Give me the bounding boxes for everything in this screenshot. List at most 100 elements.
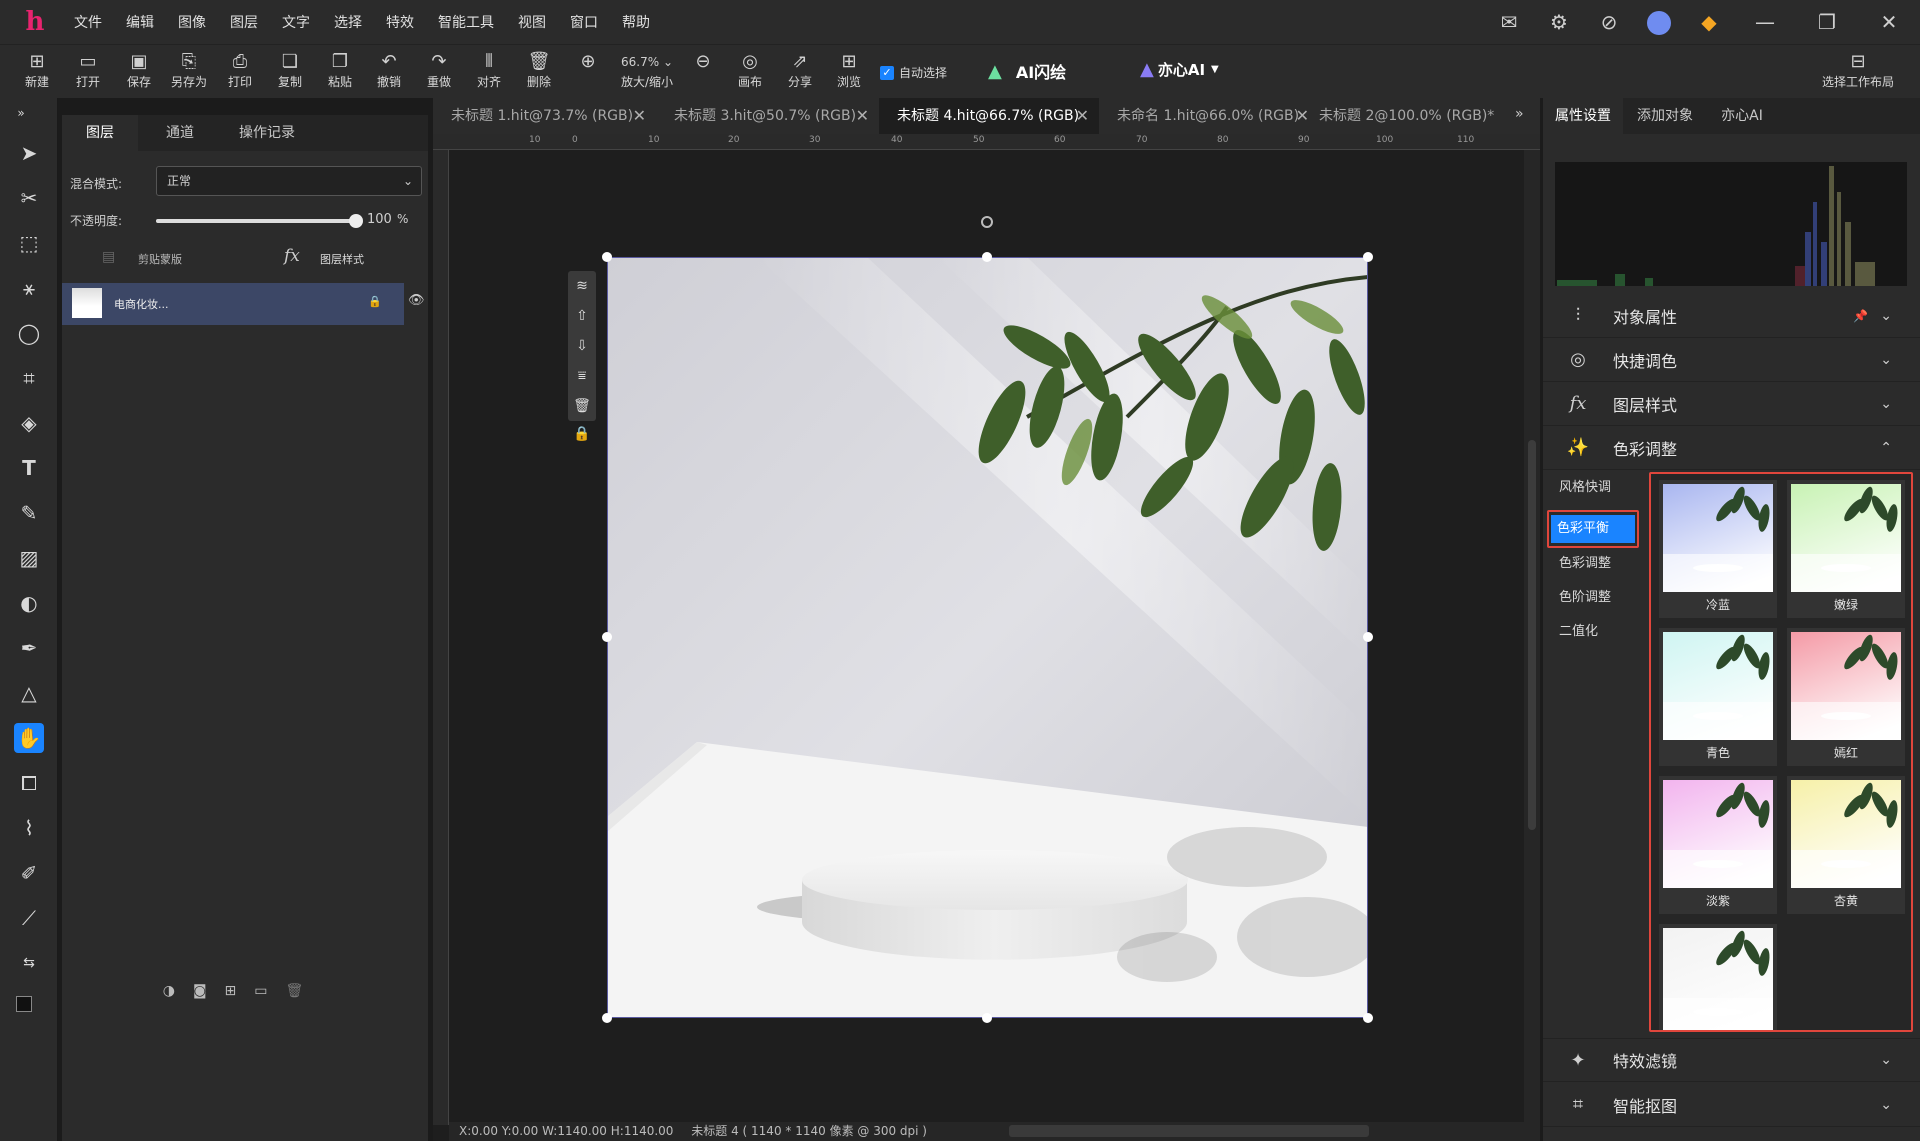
new-button[interactable]: ⊞ 新建 (14, 51, 60, 90)
menu-text[interactable]: 文字 (282, 12, 310, 32)
delete-button[interactable]: 🗑 删除 (516, 51, 562, 90)
lasso-tool[interactable]: ◯ (14, 318, 44, 348)
opacity-slider[interactable] (156, 214, 363, 228)
copy-button[interactable]: ❏ 复制 (267, 51, 313, 90)
horizontal-scrollbar[interactable] (1009, 1125, 1369, 1137)
category-color-adjust[interactable]: 色彩调整 (1553, 550, 1643, 578)
save-button[interactable]: ▣ 保存 (116, 51, 162, 90)
menu-window[interactable]: 窗口 (570, 12, 598, 32)
preset-thumb[interactable]: 淡紫 (1659, 776, 1777, 914)
category-style-quick[interactable]: 风格快调 (1553, 474, 1643, 502)
menu-layer[interactable]: 图层 (230, 12, 258, 32)
doc-tab-2[interactable]: 未标题 3.hit@50.7% (RGB) ✕ (656, 98, 879, 134)
send-to-back-icon[interactable]: ⩸ (568, 361, 596, 391)
send-backward-icon[interactable]: ⇩ (568, 331, 596, 361)
resize-handle[interactable] (602, 632, 612, 642)
auto-select-checkbox[interactable]: ✓ 自动选择 (880, 64, 947, 81)
menu-edit[interactable]: 编辑 (126, 12, 154, 32)
highlighter-tool[interactable]: ✐ (14, 858, 44, 888)
settings-icon[interactable]: ⚙ (1534, 10, 1584, 34)
section-object-properties[interactable]: ⫶ 对象属性 📌 ⌄ (1543, 294, 1920, 338)
zoom-in-button[interactable]: ⊕ (565, 51, 611, 73)
swap-colors-icon[interactable]: ⇆ (14, 948, 44, 978)
scroll-thumb[interactable] (1528, 440, 1536, 830)
selection-box[interactable] (607, 257, 1368, 1018)
close-icon[interactable]: ✕ (1858, 10, 1920, 34)
menu-effects[interactable]: 特效 (386, 12, 414, 32)
opacity-slider-handle[interactable] (349, 214, 363, 228)
doc-tab-4[interactable]: 未命名 1.hit@66.0% (RGB) ✕ (1099, 98, 1319, 134)
tab-add-object[interactable]: 添加对象 (1625, 98, 1705, 134)
share-button[interactable]: ⇗ 分享 (777, 51, 823, 90)
preset-thumb[interactable]: 杏黄 (1787, 776, 1905, 914)
text-tool[interactable]: T (14, 453, 44, 483)
redo-button[interactable]: ↷ 重做 (416, 51, 462, 90)
eraser-tool[interactable]: ▨ (14, 543, 44, 573)
resize-handle[interactable] (1363, 1013, 1373, 1023)
blend-mode-select[interactable]: 正常 ⌄ (156, 166, 422, 196)
cut-tool[interactable]: ✂ (14, 183, 44, 213)
section-quick-color[interactable]: ◎ 快捷调色 ⌄ (1543, 338, 1920, 382)
avatar[interactable] (1634, 9, 1684, 35)
open-button[interactable]: ▭ 打开 (65, 51, 111, 90)
minimize-icon[interactable]: — (1734, 10, 1796, 34)
mail-icon[interactable]: ✉ (1484, 10, 1534, 34)
trash-icon[interactable]: 🗑 (568, 391, 596, 421)
tab-history[interactable]: 操作记录 (222, 115, 312, 151)
close-tab-icon[interactable]: ✕ (1296, 98, 1309, 134)
browse-button[interactable]: ⊞ 浏览 (826, 51, 872, 90)
magic-wand-tool[interactable]: ⚹ (14, 273, 44, 303)
expand-icon[interactable]: » (6, 98, 36, 128)
fx-icon[interactable]: fx (284, 246, 300, 266)
close-tab-icon[interactable]: ✕ (1076, 98, 1089, 134)
resize-handle[interactable] (982, 252, 992, 262)
tab-yixin-ai[interactable]: 亦心AI (1707, 98, 1777, 134)
resize-handle[interactable] (1363, 252, 1373, 262)
doc-tab-1[interactable]: 未标题 1.hit@73.7% (RGB) ✕ (433, 98, 656, 134)
clone-tool[interactable]: ◐ (14, 588, 44, 618)
category-color-balance[interactable]: 色彩平衡 (1551, 515, 1635, 543)
brush-tool[interactable]: ✎ (14, 498, 44, 528)
undo-button[interactable]: ↶ 撤销 (366, 51, 412, 90)
rotate-handle[interactable] (981, 216, 993, 228)
menu-select[interactable]: 选择 (334, 12, 362, 32)
preset-thumb[interactable]: 嫩绿 (1787, 480, 1905, 618)
fill-tool[interactable]: ◈ (14, 408, 44, 438)
mask-icon[interactable]: ◙ (193, 983, 207, 999)
tab-properties[interactable]: 属性设置 (1543, 98, 1623, 134)
preset-thumb[interactable]: 冷蓝 (1659, 480, 1777, 618)
clip-mask-icon[interactable]: ▤ (102, 249, 115, 265)
workspace-layout-button[interactable]: ⊟ 选择工作布局 (1820, 51, 1896, 90)
layer-row[interactable]: 电商化妆... 🔒 (62, 283, 404, 325)
tab-layers[interactable]: 图层 (62, 115, 138, 151)
yixin-ai-button[interactable]: ▲ 亦心AI ▼ (1140, 59, 1219, 80)
canvas-button[interactable]: ◎ 画布 (727, 51, 773, 90)
zoom-out-button[interactable]: ⊖ (680, 51, 726, 73)
clip-mask-label[interactable]: 剪贴蒙版 (138, 251, 182, 267)
paste-button[interactable]: ❐ 粘贴 (317, 51, 363, 90)
menu-help[interactable]: 帮助 (622, 12, 650, 32)
opacity-value[interactable]: 100 (367, 212, 392, 227)
section-color-adjust[interactable]: ✨ 色彩调整 ⌃ (1543, 426, 1920, 470)
layer-style-label[interactable]: 图层样式 (320, 251, 364, 267)
resize-handle[interactable] (1363, 632, 1373, 642)
category-threshold[interactable]: 二值化 (1553, 618, 1643, 646)
close-tab-icon[interactable]: ✕ (633, 98, 646, 134)
chevron-down-icon[interactable]: ⌄ (663, 55, 673, 69)
compass-icon[interactable]: ⊘ (1584, 10, 1634, 34)
layer-stack-icon[interactable]: ≋ (568, 271, 596, 301)
hand-tool[interactable]: ✋ (14, 723, 44, 753)
print-button[interactable]: ⎙ 打印 (217, 51, 263, 90)
visibility-eye-icon[interactable]: 👁 (408, 293, 425, 308)
tab-channels[interactable]: 通道 (142, 115, 218, 151)
menu-smart-tools[interactable]: 智能工具 (438, 12, 494, 32)
menu-file[interactable]: 文件 (74, 12, 102, 32)
more-tabs-icon[interactable]: » (1515, 106, 1524, 122)
doc-tab-3[interactable]: 未标题 4.hit@66.7% (RGB) ✕ (879, 98, 1099, 134)
category-levels[interactable]: 色阶调整 (1553, 584, 1643, 612)
gem-icon[interactable]: ◆ (1684, 10, 1734, 34)
section-smart-matting[interactable]: ⌗ 智能抠图 ⌄ (1543, 1083, 1920, 1127)
marquee-tool[interactable]: ⬚ (14, 228, 44, 258)
vertical-scrollbar[interactable] (1524, 150, 1540, 1125)
eyedropper-tool[interactable]: ⟋ (14, 903, 44, 933)
